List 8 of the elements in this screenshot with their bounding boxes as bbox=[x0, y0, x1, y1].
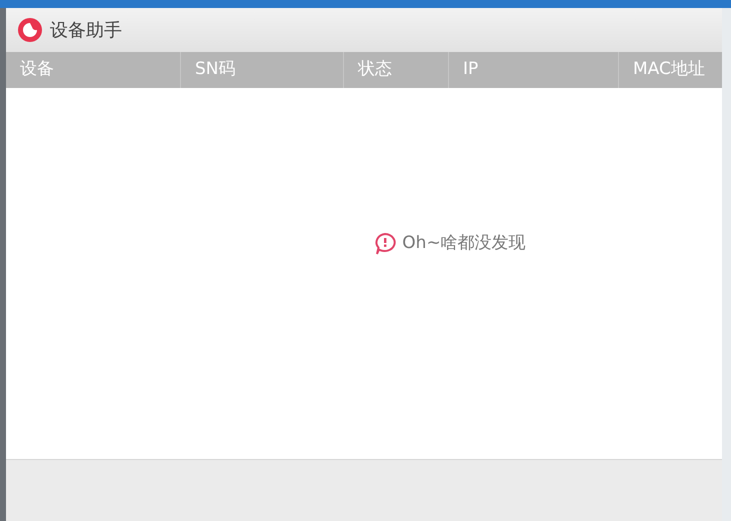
column-header: MAC地址 bbox=[633, 58, 705, 82]
window-title: 设备助手 bbox=[50, 18, 122, 42]
column-header: SN码 bbox=[195, 58, 236, 82]
empty-message: Oh~啥都没发现 bbox=[402, 232, 526, 255]
column-header: IP bbox=[463, 58, 478, 82]
column-header: 状态 bbox=[358, 58, 392, 82]
column-header: 设备 bbox=[20, 58, 54, 82]
app-logo-icon bbox=[16, 16, 44, 44]
